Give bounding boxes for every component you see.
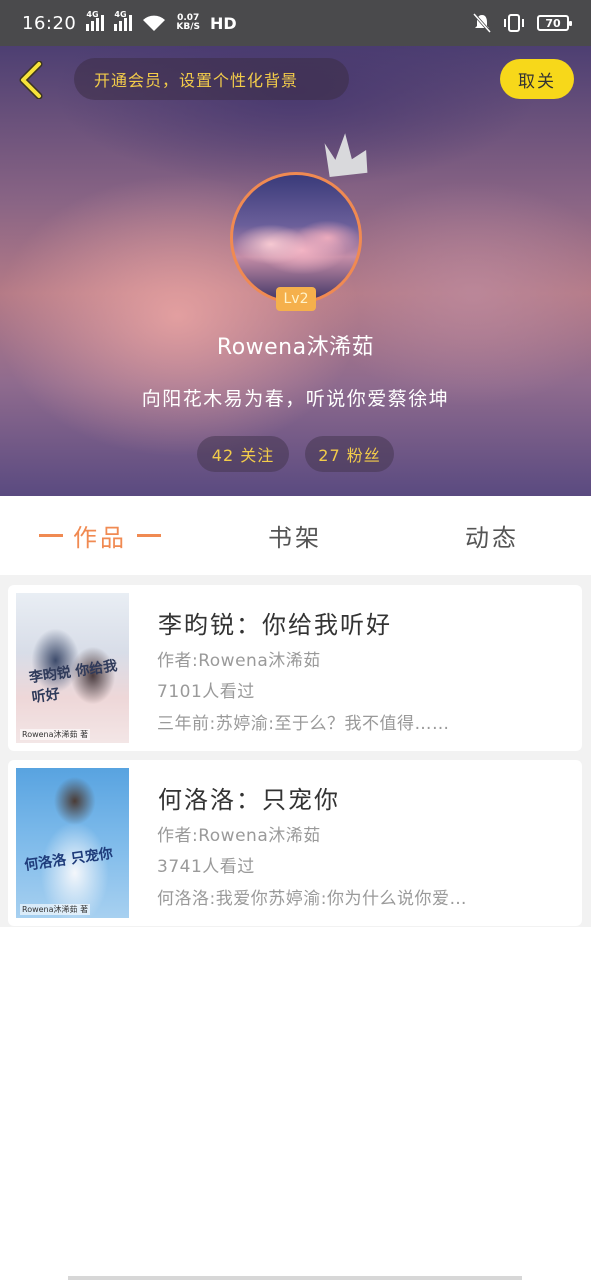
vibrate-icon [504, 14, 524, 32]
back-button[interactable] [14, 60, 48, 100]
book-author: 作者:Rowena沐浠茹 [157, 826, 321, 846]
book-cover[interactable]: 何洛洛 只宠你 Rowena沐浠茹 著 [16, 768, 129, 918]
silent-bell-icon [473, 13, 491, 33]
book-excerpt: 何洛洛:我爱你苏婷渝:你为什么说你爱… [157, 889, 467, 909]
cellular-signal-icon-2: 4G [114, 10, 133, 31]
book-views: 3741人看过 [157, 857, 255, 877]
wifi-icon [143, 15, 166, 31]
level-badge: Lv2 [276, 287, 316, 311]
profile-tabs: 作品 书架 动态 [0, 496, 591, 575]
chevron-left-icon [19, 61, 43, 99]
fans-count-button[interactable]: 27 粉丝 [305, 436, 394, 472]
list-item[interactable]: 何洛洛 只宠你 Rowena沐浠茹 著 何洛洛：只宠你 作者:Rowena沐浠茹… [8, 760, 582, 926]
avatar[interactable] [230, 172, 362, 304]
username: Rowena沐浠茹 [216, 335, 375, 360]
tab-bookshelf[interactable]: 书架 [235, 496, 355, 575]
book-cover[interactable]: 李昀锐 你给我听好 Rowena沐浠茹 著 [16, 593, 129, 743]
tab-works[interactable]: 作品 [20, 496, 180, 575]
unfollow-button[interactable]: 取关 [500, 59, 574, 99]
active-indicator [137, 534, 161, 537]
hd-indicator: HD [209, 13, 237, 33]
battery-icon: 70 [537, 15, 572, 31]
cellular-signal-icon: 4G [86, 10, 105, 31]
book-author: 作者:Rowena沐浠茹 [157, 651, 321, 671]
list-item[interactable]: 李昀锐 你给我听好 Rowena沐浠茹 著 李昀锐：你给我听好 作者:Rowen… [8, 585, 582, 751]
user-signature: 向阳花木易为春，听说你爱蔡徐坤 [141, 388, 450, 410]
following-count-button[interactable]: 42 关注 [197, 436, 289, 472]
profile-header: 开通会员，设置个性化背景 取关 Lv2 Rowena沐浠茹 向阳花木易为春，听说… [0, 46, 591, 496]
book-views: 7101人看过 [157, 682, 255, 702]
net-speed: 0.07 KB/S [176, 13, 200, 32]
book-title[interactable]: 李昀锐：你给我听好 [158, 605, 392, 640]
works-list: 李昀锐 你给我听好 Rowena沐浠茹 著 李昀锐：你给我听好 作者:Rowen… [0, 575, 591, 927]
vip-background-prompt[interactable]: 开通会员，设置个性化背景 [74, 58, 349, 100]
active-indicator [39, 534, 63, 537]
book-title[interactable]: 何洛洛：只宠你 [158, 780, 340, 815]
gesture-bar [68, 1276, 522, 1280]
tab-activity[interactable]: 动态 [432, 496, 552, 575]
status-bar: 16:20 4G 4G 0.07 KB/S HD 70 [0, 0, 591, 46]
status-time: 16:20 [22, 12, 77, 34]
book-excerpt: 三年前:苏婷渝:至于么？我不值得…… [157, 714, 450, 734]
